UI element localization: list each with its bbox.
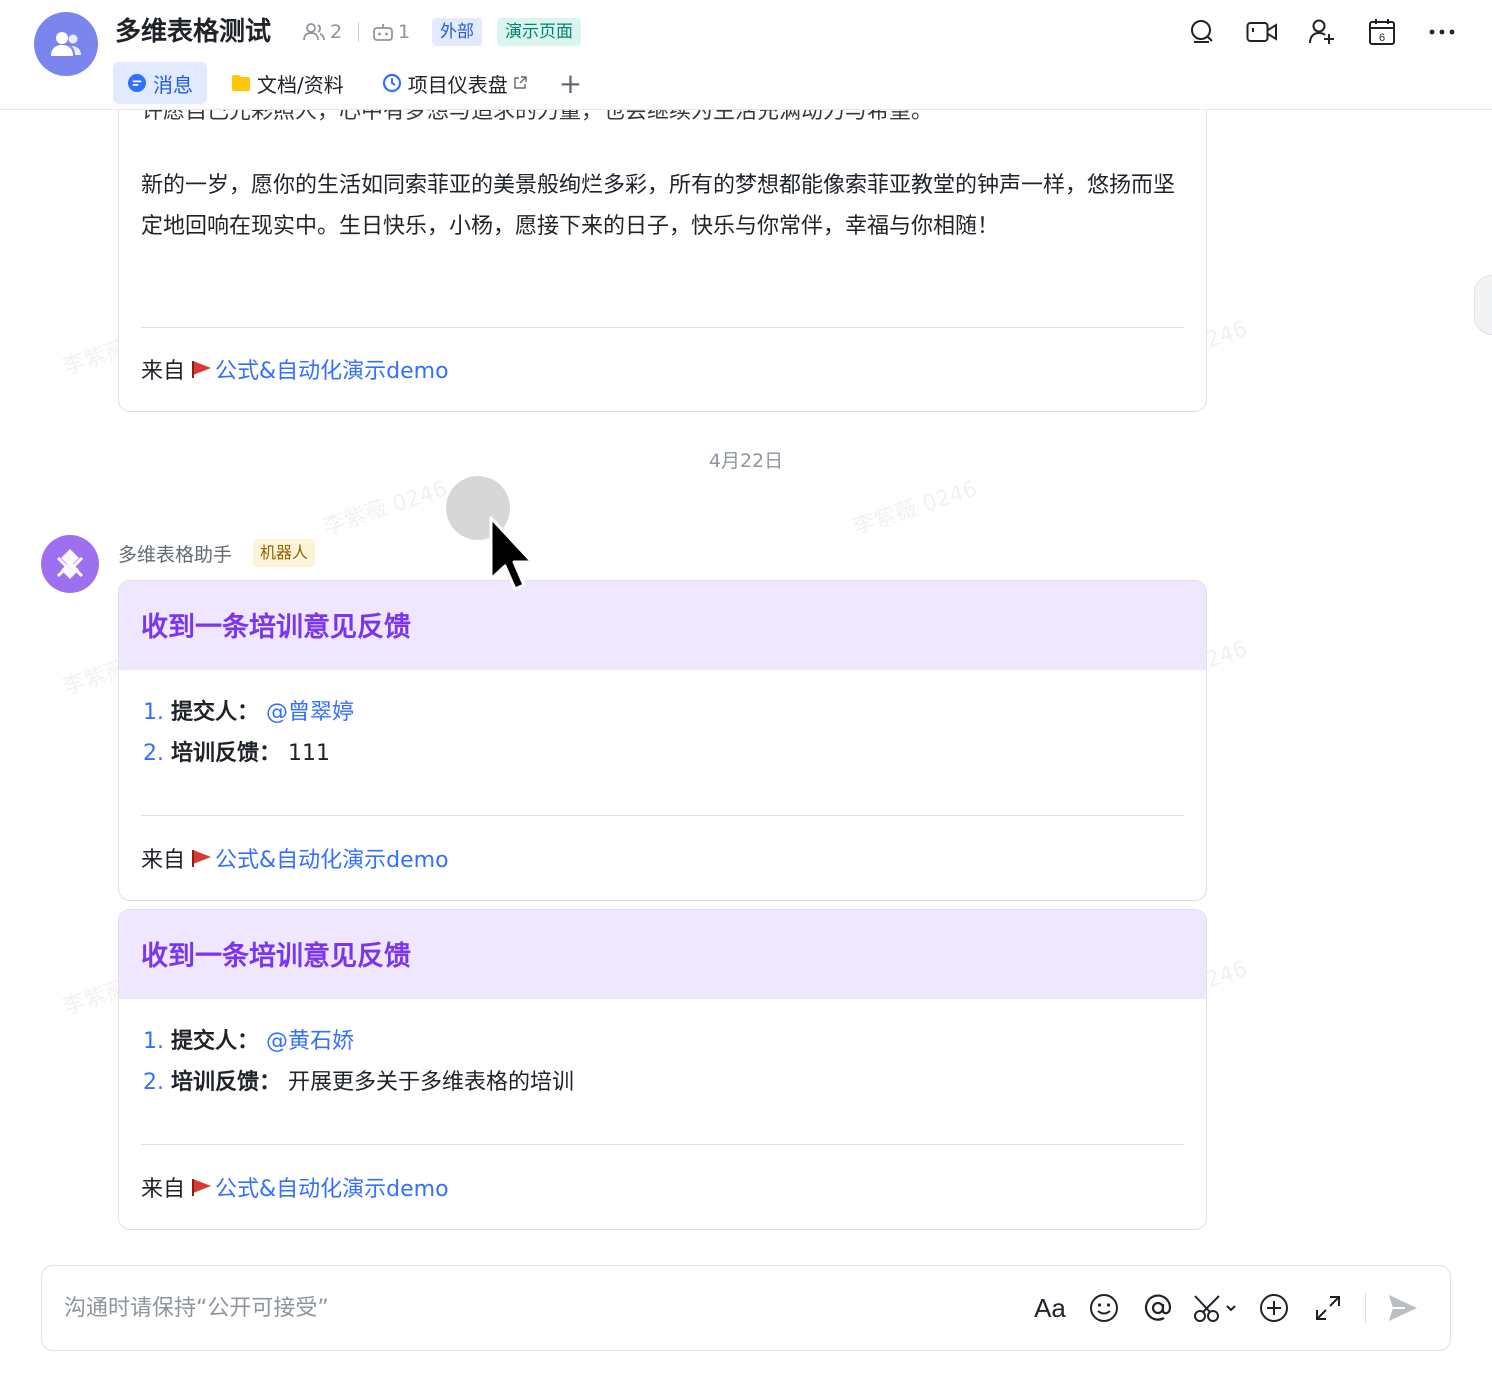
toolbar-divider: [1365, 1293, 1366, 1323]
list-item: 1. 提交人： @曾翠婷: [143, 692, 354, 733]
chat-window: 李紫薇 0246 李紫薇 0246 李紫薇 0246 李紫薇 0246 李紫薇 …: [0, 0, 1492, 1390]
list-number: 1.: [143, 1029, 164, 1054]
tab-docs[interactable]: 文档/资料: [217, 62, 358, 104]
source-prefix: 来自: [141, 1177, 186, 1202]
list-number: 2.: [143, 1070, 164, 1095]
field-label: 培训反馈: [171, 741, 260, 766]
field-value: 111: [288, 741, 331, 766]
list-number: 1.: [143, 700, 164, 725]
font-format-icon[interactable]: Aa: [1029, 1287, 1071, 1329]
demo-page-badge: 演示页面: [497, 18, 581, 46]
card-source: 来自 公式&自动化演示demo: [141, 353, 449, 385]
bot-count-value: 1: [398, 21, 411, 43]
chat-tabs: 消息 文档/资料 项目仪表盘 +: [113, 62, 600, 104]
list-item: 1. 提交人： @黄石娇: [143, 1021, 574, 1062]
composer-toolbar: Aa: [1017, 1286, 1424, 1330]
robot-icon: [373, 24, 393, 41]
flag-icon: [191, 1178, 213, 1196]
field-label: 提交人: [171, 1029, 238, 1054]
message-card-previous: 许愿自己光彩照人，心中有梦想与追求的力量，也会继续为生活充满动力与希望。 新的一…: [118, 60, 1207, 412]
bot-name[interactable]: 多维表格助手: [118, 540, 232, 567]
card-divider: [141, 1144, 1184, 1145]
message-body: 新的一岁，愿你的生活如同索菲亚的美景般绚烂多彩，所有的梦想都能像索菲亚教堂的钟声…: [141, 173, 1176, 239]
watermark: 李紫薇 0246: [850, 476, 981, 541]
chat-header: 多维表格测试 2 1 外部 演示页面 消息 文档/资料 项目仪表盘 + 6: [0, 0, 1492, 110]
field-label: 提交人: [171, 700, 238, 725]
video-call-icon[interactable]: [1242, 14, 1282, 50]
source-link[interactable]: 公式&自动化演示demo: [215, 353, 449, 385]
user-mention[interactable]: @曾翠婷: [266, 700, 354, 725]
side-panel-handle[interactable]: [1474, 275, 1492, 335]
source-link[interactable]: 公式&自动化演示demo: [215, 1171, 449, 1203]
add-member-icon[interactable]: [1302, 14, 1342, 50]
feedback-card: 收到一条培训意见反馈 1. 提交人： @曾翠婷 2. 培训反馈： 111 来自 …: [118, 580, 1207, 901]
field-colon: ：: [237, 700, 260, 725]
card-title: 收到一条培训意见反馈: [141, 941, 411, 972]
search-icon[interactable]: [1182, 14, 1222, 50]
field-label: 培训反馈: [171, 1070, 260, 1095]
card-source: 来自 公式&自动化演示demo: [141, 842, 449, 874]
member-count[interactable]: 2: [302, 18, 342, 46]
group-avatar[interactable]: [34, 12, 98, 76]
field-colon: ：: [259, 741, 282, 766]
calendar-icon[interactable]: 6: [1362, 14, 1402, 50]
chat-title[interactable]: 多维表格测试: [115, 14, 271, 50]
calendar-day: 6: [1379, 32, 1385, 44]
bot-badge: 机器人: [253, 539, 316, 567]
chat-bubble-icon: [127, 73, 147, 93]
external-link-icon: [513, 76, 527, 90]
mouse-cursor-icon: [488, 515, 534, 597]
external-badge: 外部: [432, 18, 482, 46]
more-icon[interactable]: [1422, 14, 1462, 50]
feedback-list: 1. 提交人： @黄石娇 2. 培训反馈： 开展更多关于多维表格的培训: [143, 1021, 574, 1103]
plus-circle-icon[interactable]: [1253, 1287, 1295, 1329]
field-colon: ：: [259, 1070, 282, 1095]
send-icon[interactable]: [1382, 1287, 1424, 1329]
header-actions: 6: [1162, 14, 1462, 50]
tab-label: 消息: [153, 72, 193, 97]
date-separator: 4月22日: [708, 450, 784, 472]
list-number: 2.: [143, 741, 164, 766]
source-link[interactable]: 公式&自动化演示demo: [215, 842, 449, 874]
field-colon: ：: [237, 1029, 260, 1054]
group-icon: [51, 32, 81, 56]
field-value: 开展更多关于多维表格的培训: [288, 1070, 575, 1095]
member-count-value: 2: [330, 21, 343, 43]
feedback-list: 1. 提交人： @曾翠婷 2. 培训反馈： 111: [143, 692, 354, 774]
mention-icon[interactable]: [1137, 1287, 1179, 1329]
card-title: 收到一条培训意见反馈: [141, 612, 411, 643]
list-item: 2. 培训反馈： 开展更多关于多维表格的培训: [143, 1062, 574, 1103]
emoji-icon[interactable]: [1083, 1287, 1125, 1329]
tab-label: 文档/资料: [257, 72, 344, 97]
bot-count[interactable]: 1: [372, 18, 410, 46]
card-header: 收到一条培训意见反馈: [119, 910, 1206, 999]
bot-logo-icon: [56, 549, 84, 579]
source-prefix: 来自: [141, 359, 186, 384]
scissors-icon[interactable]: [1191, 1287, 1241, 1329]
tab-messages[interactable]: 消息: [113, 62, 207, 104]
flag-icon: [191, 849, 213, 867]
tab-label: 项目仪表盘: [407, 72, 508, 97]
source-prefix: 来自: [141, 848, 186, 873]
card-divider: [141, 815, 1184, 816]
card-header: 收到一条培训意见反馈: [119, 581, 1206, 670]
tab-dashboard[interactable]: 项目仪表盘: [368, 62, 541, 104]
user-mention[interactable]: @黄石娇: [266, 1029, 354, 1054]
card-source: 来自 公式&自动化演示demo: [141, 1171, 449, 1203]
message-composer: Aa: [41, 1265, 1451, 1351]
divider: [358, 22, 359, 42]
dashboard-icon: [382, 73, 402, 93]
expand-icon[interactable]: [1307, 1287, 1349, 1329]
message-input[interactable]: [64, 1288, 964, 1328]
add-tab-button[interactable]: +: [551, 62, 590, 104]
watermark: 李紫薇 0246: [320, 476, 451, 541]
flag-icon: [191, 360, 213, 378]
bot-avatar[interactable]: [41, 535, 99, 593]
feedback-card: 收到一条培训意见反馈 1. 提交人： @黄石娇 2. 培训反馈： 开展更多关于多…: [118, 909, 1207, 1230]
folder-icon: [231, 74, 251, 92]
members-icon: [303, 23, 325, 41]
list-item: 2. 培训反馈： 111: [143, 733, 354, 774]
card-divider: [141, 327, 1184, 328]
